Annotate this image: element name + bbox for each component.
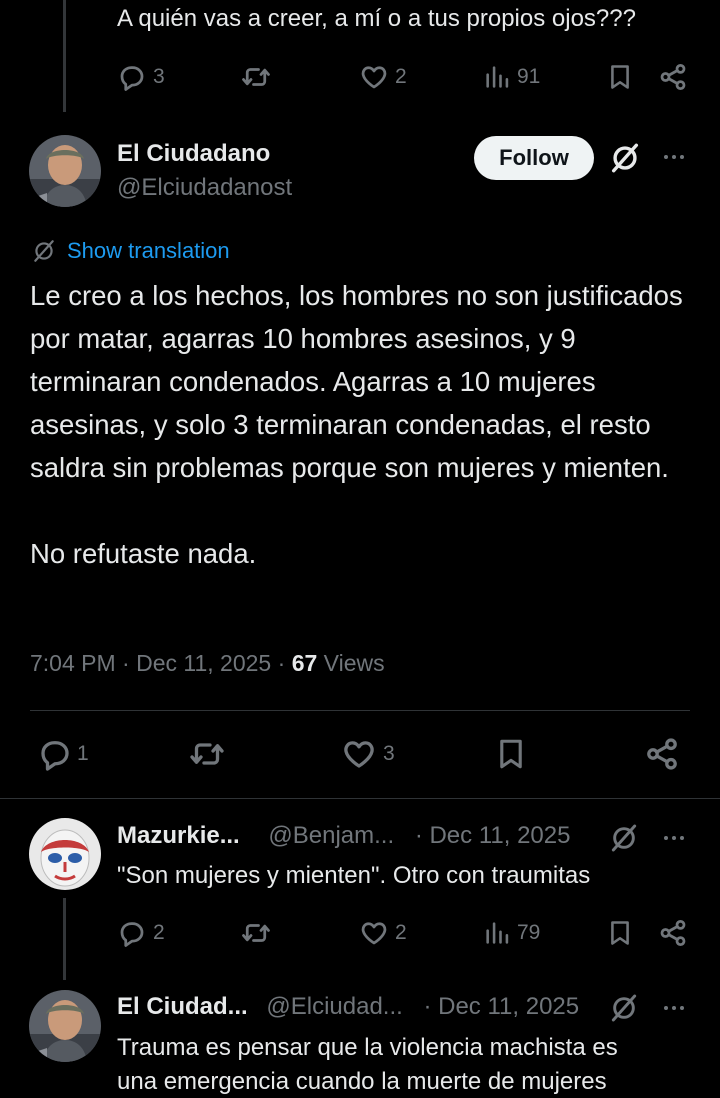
reply-icon [120,922,144,947]
share-button[interactable] [658,57,688,97]
display-name[interactable]: El Ciudad... [117,993,248,1020]
avatar[interactable] [29,818,101,890]
share-button[interactable] [658,913,688,953]
meta-separator: · [122,650,130,676]
bookmark-icon [500,739,522,769]
prev-tweet-actions: 3 2 91 [0,57,720,97]
grok-button[interactable] [608,141,642,175]
like-icon [361,66,387,89]
reply-count: 3 [153,65,165,88]
reply-count: 1 [77,742,89,765]
more-icon[interactable] [664,155,684,159]
reply-text-line-1: Trauma es pensar que la violencia machis… [117,1034,618,1061]
grok-button[interactable] [608,822,640,854]
views-button[interactable]: 91 [483,57,540,97]
views-button[interactable]: 79 [483,913,540,953]
views-icon [486,922,509,944]
avatar[interactable] [29,135,101,207]
follow-button[interactable]: Follow [474,136,594,180]
retweet-icon [190,743,224,765]
like-count: 2 [395,65,407,88]
like-icon [361,922,387,945]
tweet-time[interactable]: 7:04 PM [30,650,116,676]
like-icon [344,741,374,768]
more-icon[interactable] [664,836,684,840]
retweet-button[interactable] [240,57,272,97]
grok-icon [611,143,639,173]
reply-count: 2 [153,921,165,944]
reply-icon [120,66,144,91]
reply-text-line-2: una emergencia cuando la muerte de mujer… [117,1068,607,1095]
views-number: 67 [291,650,318,676]
grok-icon [611,824,637,852]
share-button[interactable] [644,734,680,774]
views-icon [486,66,509,88]
translate-icon [34,240,54,262]
retweet-icon [242,924,270,942]
retweet-button[interactable] [187,734,227,774]
show-translation-link[interactable]: Show translation [31,238,230,264]
tweet-date[interactable]: Dec 11, 2025 [136,650,271,676]
main-tweet-actions: 1 3 [0,734,720,774]
meta-separator: · [277,650,286,676]
reply-button[interactable]: 3 [117,57,165,97]
handle[interactable]: @Elciudad... [266,993,402,1020]
show-translation-label: Show translation [67,238,230,263]
reply-icon [41,741,69,771]
reply-button[interactable]: 2 [117,913,165,953]
bookmark-button[interactable] [494,734,528,774]
divider [0,798,720,799]
views-count: 91 [517,65,541,88]
tweet-date[interactable]: · Dec 11, 2025 [423,993,579,1020]
views-label: Views [323,650,385,676]
display-name[interactable]: El Ciudadano [117,140,270,168]
reply1-actions: 2 2 79 [0,913,720,953]
bookmark-button[interactable] [606,57,634,97]
more-icon[interactable] [664,1006,684,1010]
share-icon [660,64,686,90]
like-button[interactable]: 2 [359,57,407,97]
bookmark-button[interactable] [606,913,634,953]
reply-button[interactable]: 1 [37,734,89,774]
handle[interactable]: @Benjam... [268,822,394,849]
retweet-icon [242,68,270,86]
tweet-text: Le creo a los hechos, los hombres no son… [30,280,683,569]
tweet-meta: 7:04 PM · Dec 11, 2025 · 67 Views [30,650,385,677]
bookmark-icon [611,921,629,945]
share-icon [660,920,686,946]
like-count: 2 [395,921,407,944]
avatar[interactable] [29,990,101,1062]
prev-tweet-text: A quién vas a creer, a mí o a tus propio… [117,5,636,32]
bookmark-icon [611,65,629,89]
reply-header: El Ciudad... @Elciudad... · Dec 11, 2025 [117,993,579,1021]
grok-button[interactable] [608,992,640,1024]
divider [30,710,690,711]
share-icon [647,738,677,770]
handle[interactable]: @Elciudadanost [117,174,292,202]
reply-header: Mazurkie... @Benjam... · Dec 11, 2025 [117,822,570,850]
reply-text: "Son mujeres y mienten". Otro con traumi… [117,862,591,889]
views-count: 79 [517,921,541,944]
like-count: 3 [383,742,395,765]
retweet-button[interactable] [240,913,272,953]
tweet-date[interactable]: · Dec 11, 2025 [415,822,571,849]
like-button[interactable]: 3 [341,734,395,774]
like-button[interactable]: 2 [359,913,407,953]
display-name[interactable]: Mazurkie... [117,822,240,849]
grok-icon [611,994,637,1022]
